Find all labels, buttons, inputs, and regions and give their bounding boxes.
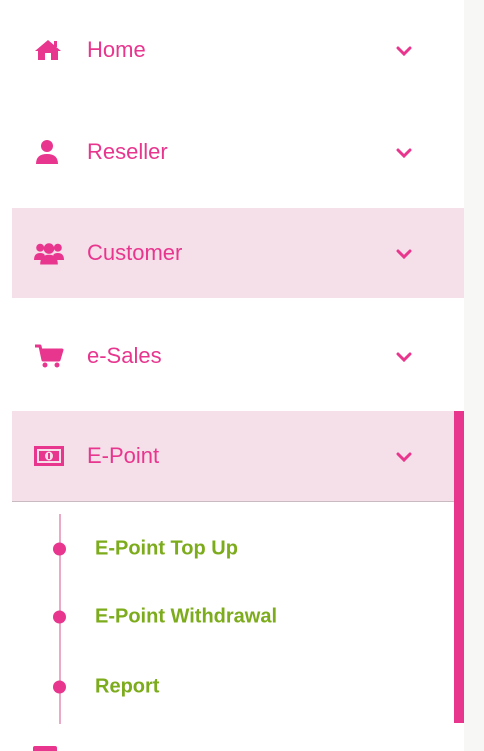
chevron-down-icon[interactable] [396,44,412,57]
menu-label-reseller: Reseller [87,139,168,164]
submenu-label: E-Point Withdrawal [95,605,278,628]
chevron-down-icon[interactable] [396,350,412,363]
divider [12,501,454,502]
menu-item-reseller[interactable]: Reseller [12,107,464,197]
money-icon [34,443,64,469]
bullet-dot-icon [53,680,66,694]
bullet-dot-icon [53,542,66,556]
submenu-item-topup[interactable]: E-Point Top Up [12,526,454,572]
menu-label-customer: Customer [87,240,183,265]
menu-label-home: Home [87,37,146,62]
menu-item-home[interactable]: Home [12,5,464,95]
menu-item-epoint[interactable]: E-Point [12,411,464,501]
chevron-down-icon[interactable] [396,146,412,159]
menu-item-customer[interactable]: Customer [12,208,464,298]
chevron-down-icon[interactable] [396,450,412,463]
cart-icon [34,343,64,369]
submenu-label: Report [95,675,160,698]
chevron-down-icon[interactable] [396,247,412,260]
menu-label-esales: e-Sales [87,343,162,368]
users-icon [34,240,64,266]
menu-icon-partial [33,746,57,751]
home-icon [34,37,64,63]
content-area [464,0,484,751]
bullet-dot-icon [53,610,66,624]
submenu-item-report[interactable]: Report [12,664,454,710]
user-icon [34,139,64,165]
sidebar-menu: Home Reseller Customer e-Sales E-Point E… [0,0,464,751]
active-indicator [454,411,464,723]
menu-label-epoint: E-Point [87,443,160,468]
menu-item-esales[interactable]: e-Sales [12,311,464,401]
submenu-item-withdrawal[interactable]: E-Point Withdrawal [12,594,454,640]
submenu-label: E-Point Top Up [95,537,238,560]
